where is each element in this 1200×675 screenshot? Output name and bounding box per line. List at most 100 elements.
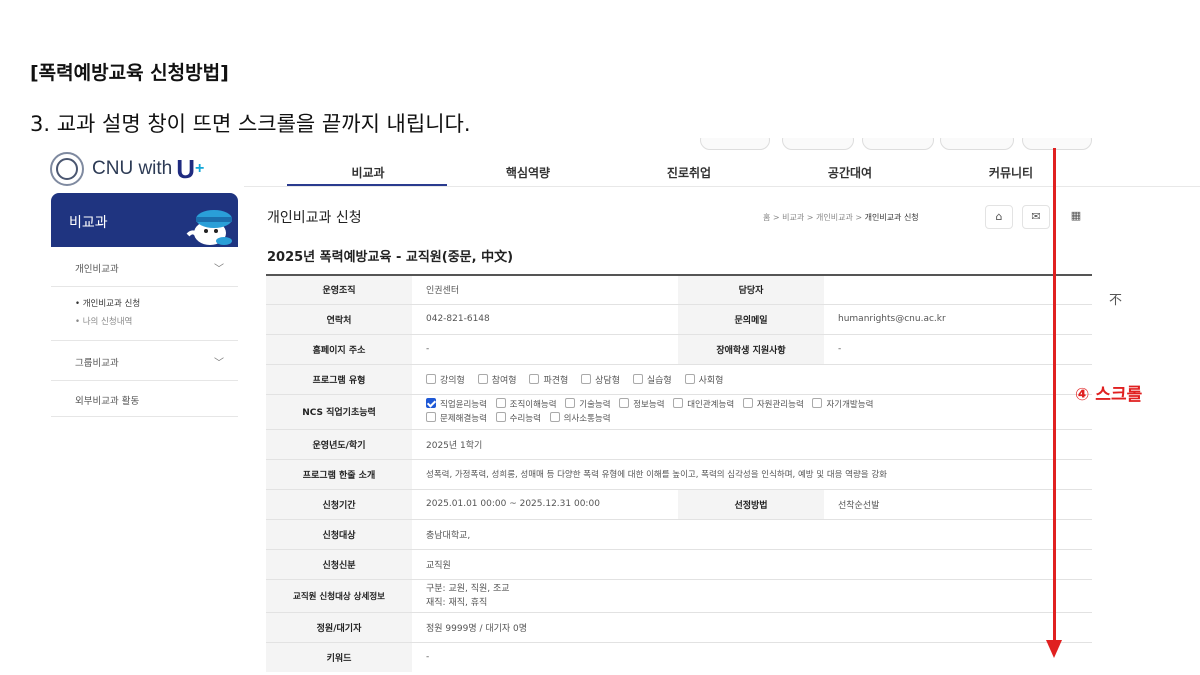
checkbox-icon (812, 397, 823, 408)
checkbox-icon (426, 373, 436, 384)
ncs-options: 직업윤리능력 조직이해능력 기술능력 정보능력 대인관계능력 자원관리능력 자기… (412, 393, 1092, 429)
option-label: 기술능력 (579, 399, 611, 410)
checkbox-option[interactable]: 자기개발능력 (812, 397, 874, 412)
scroll-annotation-label: ④ 스크롤 (1075, 385, 1143, 405)
checkbox-option[interactable]: 참여형 (477, 373, 517, 386)
checkbox-icon (632, 373, 643, 384)
checkbox-icon (495, 397, 506, 408)
nav-item-core-competency[interactable]: 핵심역량 (506, 164, 550, 181)
mail-icon[interactable]: ✉ (1022, 205, 1050, 229)
sidebar-item-label: 그룹비교과 (75, 358, 119, 369)
breadcrumb-current: 개인비교과 신청 (864, 213, 919, 222)
capacity-label: 정원/대기자 (266, 611, 412, 642)
table-row: 프로그램 한줄 소개 성폭력, 가정폭력, 성희롱, 성매매 등 다양한 폭력 … (266, 458, 1092, 489)
checkbox-option[interactable]: 강의형 (426, 373, 465, 386)
option-label: 사회형 (698, 375, 724, 386)
checkbox-option[interactable]: 문제해결능력 (426, 411, 487, 426)
mascot-icon (186, 210, 232, 245)
org-value: 인권센터 (412, 274, 678, 304)
program-type-label: 프로그램 유형 (266, 363, 412, 394)
checkbox-option[interactable]: 의사소통능력 (549, 411, 611, 426)
checkbox-option[interactable]: 자원관리능력 (742, 397, 804, 412)
option-label: 강의형 (440, 375, 465, 386)
selection-label: 선정방법 (678, 488, 824, 519)
checkbox-option[interactable]: 상담형 (581, 373, 620, 386)
staff-detail-value: 구분: 교원, 직원, 조교 재직: 재직, 휴직 (412, 578, 1092, 612)
checkbox-checked-icon (426, 397, 436, 408)
option-label: 참여형 (491, 375, 517, 386)
checkbox-icon (495, 411, 506, 422)
intro-label: 프로그램 한줄 소개 (266, 458, 412, 489)
top-nav: 비교과 핵심역량 진로취업 공간대여 커뮤니티 (287, 158, 1087, 186)
checkbox-icon (742, 397, 753, 408)
scroll-to-top-button[interactable]: 不 (1109, 289, 1122, 308)
sidebar-item-group[interactable]: 그룹비교과 ﹀ (51, 341, 238, 381)
sidebar-subitem-apply[interactable]: • 개인비교과 신청 (75, 297, 140, 309)
checkbox-icon (529, 373, 540, 384)
contact-label: 연락처 (266, 303, 412, 334)
university-seal-icon (50, 152, 84, 186)
checkbox-icon (581, 373, 592, 384)
checkbox-option[interactable]: 정보능력 (619, 397, 665, 412)
home-icon[interactable]: ⌂ (985, 205, 1013, 229)
year-value: 2025년 1학기 (412, 428, 1092, 459)
doc-title: [폭력예방교육 신청방법] (30, 62, 229, 84)
scroll-arrow-head-icon (1046, 640, 1062, 658)
table-row: 연락처 042-821-6148 문의메일 humanrights@cnu.ac… (266, 303, 1092, 334)
nav-item-community[interactable]: 커뮤니티 (989, 164, 1033, 181)
option-label: 파견형 (543, 375, 569, 386)
homepage-value: - (412, 333, 678, 364)
chevron-down-icon: ﹀ (214, 264, 224, 275)
status-value: 교직원 (412, 548, 1092, 579)
table-row: 홈페이지 주소 - 장애학생 지원사항 - (266, 333, 1092, 364)
status-label: 신청신분 (266, 548, 412, 579)
email-value[interactable]: humanrights@cnu.ac.kr (824, 303, 1092, 334)
option-label: 대인관계능력 (687, 399, 735, 410)
target-label: 신청대상 (266, 518, 412, 549)
checkbox-icon (549, 411, 560, 422)
sidebar-submenu: • 개인비교과 신청 • 나의 신청내역 (51, 287, 238, 341)
table-row: 정원/대기자 정원 9999명 / 대기자 0명 (266, 611, 1092, 642)
table-row: 교직원 신청대상 상세정보 구분: 교원, 직원, 조교 재직: 재직, 휴직 (266, 578, 1092, 612)
table-row: 운영년도/학기 2025년 1학기 (266, 428, 1092, 459)
capacity-value: 정원 9999명 / 대기자 0명 (412, 611, 1092, 642)
checkbox-option[interactable]: 수리능력 (495, 411, 541, 426)
checkbox-option[interactable]: 조직이해능력 (495, 397, 557, 412)
breadcrumb-path[interactable]: 홈 > 비교과 > 개인비교과 > (763, 213, 865, 222)
logo-u-mark: U (176, 153, 196, 184)
checkbox-option[interactable]: 파견형 (529, 373, 568, 386)
keyword-label: 키워드 (266, 641, 412, 672)
option-label: 실습형 (646, 375, 672, 386)
manager-value (824, 274, 1092, 304)
table-row: 신청신분 교직원 (266, 548, 1092, 579)
checkbox-option[interactable]: 사회형 (684, 373, 724, 386)
cnu-logo[interactable]: CNU with U + (50, 152, 204, 186)
grid-menu-icon[interactable]: ▦ (1062, 205, 1090, 229)
nav-item-career[interactable]: 진로취업 (667, 164, 711, 181)
sidebar-item-external[interactable]: 외부비교과 활동 (51, 381, 238, 417)
option-label: 상담형 (595, 375, 620, 386)
checkbox-option[interactable]: 대인관계능력 (673, 397, 735, 412)
contact-value: 042-821-6148 (412, 303, 678, 334)
selection-value: 선착순선발 (824, 488, 1092, 519)
sidebar-subitem-history[interactable]: • 나의 신청내역 (75, 315, 132, 327)
option-label: 조직이해능력 (509, 399, 557, 410)
target-value: 충남대학교, (412, 518, 1092, 549)
sidebar-item-personal[interactable]: 개인비교과 ﹀ (51, 247, 238, 287)
checkbox-icon (426, 411, 436, 422)
nav-item-space-rental[interactable]: 공간대여 (828, 164, 872, 181)
staff-detail-label: 교직원 신청대상 상세정보 (266, 578, 412, 612)
table-row: NCS 직업기초능력 직업윤리능력 조직이해능력 기술능력 정보능력 대인관계능… (266, 393, 1092, 429)
page-title: 개인비교과 신청 (267, 210, 362, 226)
sidebar-menu: 개인비교과 ﹀ • 개인비교과 신청 • 나의 신청내역 그룹비교과 ﹀ 외부비… (51, 247, 238, 417)
checkbox-option[interactable]: 실습형 (632, 373, 672, 386)
checkbox-option[interactable]: 직업윤리능력 (426, 397, 487, 412)
intro-value: 성폭력, 가정폭력, 성희롱, 성매매 등 다양한 폭력 유형에 대한 이해를 … (412, 458, 1092, 489)
checkbox-option[interactable]: 기술능력 (565, 397, 611, 412)
staff-detail-line: 재직: 재직, 휴직 (426, 597, 488, 608)
homepage-label: 홈페이지 주소 (266, 333, 412, 364)
disability-support-label: 장애학생 지원사항 (678, 333, 824, 364)
option-label: 자기개발능력 (826, 399, 874, 410)
sidebar-item-label: 외부비교과 활동 (75, 396, 140, 407)
nav-item-noncurricular[interactable]: 비교과 (351, 164, 384, 181)
